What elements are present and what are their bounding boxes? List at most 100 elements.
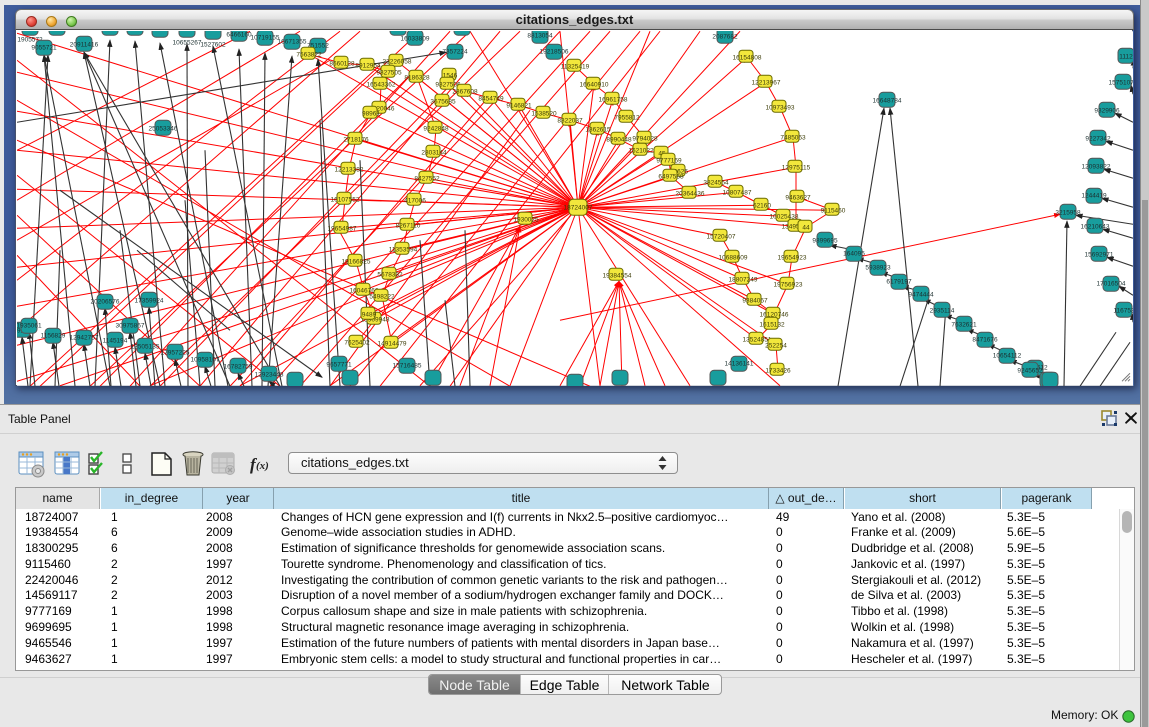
svg-text:17957225: 17957225 bbox=[161, 349, 190, 356]
svg-text:14914479: 14914479 bbox=[378, 340, 407, 347]
svg-text:9327505: 9327505 bbox=[376, 69, 402, 76]
svg-text:2718176: 2718176 bbox=[343, 136, 369, 143]
svg-text:19654987: 19654987 bbox=[328, 225, 357, 232]
svg-text:16154808: 16154808 bbox=[733, 54, 762, 61]
svg-text:20911416: 20911416 bbox=[70, 41, 99, 48]
svg-text:9329906: 9329906 bbox=[1094, 107, 1120, 114]
svg-text:15751074: 15751074 bbox=[1109, 79, 1133, 86]
svg-text:1615132: 1615132 bbox=[759, 321, 785, 328]
svg-text:44: 44 bbox=[802, 224, 810, 231]
svg-text:10958107: 10958107 bbox=[191, 356, 220, 363]
svg-text:6179197: 6179197 bbox=[886, 278, 912, 285]
svg-text:8471676: 8471676 bbox=[972, 336, 998, 343]
svg-text:11325419: 11325419 bbox=[561, 63, 590, 70]
svg-text:20206576: 20206576 bbox=[91, 298, 120, 305]
svg-text:16033809: 16033809 bbox=[401, 35, 430, 42]
svg-text:6466160: 6466160 bbox=[226, 31, 252, 38]
svg-text:19218506: 19218506 bbox=[540, 48, 569, 55]
svg-text:9657771: 9657771 bbox=[326, 361, 352, 368]
svg-text:1733426: 1733426 bbox=[765, 367, 791, 374]
svg-text:18807249: 18807249 bbox=[729, 276, 758, 283]
svg-text:10654112: 10654112 bbox=[993, 352, 1022, 359]
svg-text:12975115: 12975115 bbox=[782, 164, 811, 171]
svg-text:116753: 116753 bbox=[1113, 307, 1133, 314]
svg-text:1538520: 1538520 bbox=[531, 110, 557, 117]
svg-text:12213382: 12213382 bbox=[335, 166, 364, 173]
svg-text:417006: 417006 bbox=[404, 197, 426, 204]
svg-text:9242848: 9242848 bbox=[423, 125, 449, 132]
svg-text:12093822: 12093822 bbox=[1082, 163, 1111, 170]
svg-text:9489: 9489 bbox=[362, 311, 377, 318]
svg-text:7625402: 7625402 bbox=[344, 339, 370, 346]
svg-text:9245652: 9245652 bbox=[1017, 367, 1043, 374]
svg-text:16640910: 16640910 bbox=[580, 81, 609, 88]
svg-text:5498222: 5498222 bbox=[369, 293, 395, 300]
svg-text:98961: 98961 bbox=[362, 110, 380, 117]
svg-text:9227342: 9227342 bbox=[1085, 135, 1111, 142]
svg-text:15692971: 15692971 bbox=[1085, 251, 1114, 258]
svg-text:8912954: 8912954 bbox=[355, 62, 381, 69]
svg-text:16782759: 16782759 bbox=[224, 363, 253, 370]
svg-text:17016504: 17016504 bbox=[1097, 280, 1126, 287]
svg-text:5938923: 5938923 bbox=[865, 264, 891, 271]
svg-text:9463627: 9463627 bbox=[785, 194, 811, 201]
svg-text:10688609: 10688609 bbox=[719, 254, 748, 261]
svg-text:25053346: 25053346 bbox=[149, 125, 178, 132]
svg-text:16648784: 16648784 bbox=[873, 97, 902, 104]
svg-text:9777169: 9777169 bbox=[656, 157, 682, 164]
svg-text:1527602: 1527602 bbox=[200, 41, 226, 48]
svg-text:1930025: 1930025 bbox=[513, 216, 539, 223]
svg-text:7357224: 7357224 bbox=[442, 48, 468, 55]
svg-text:8427552: 8427552 bbox=[414, 175, 440, 182]
svg-text:12505135: 12505135 bbox=[131, 343, 160, 350]
svg-text:(x): (x) bbox=[256, 460, 269, 472]
svg-text:164095: 164095 bbox=[843, 250, 865, 257]
svg-text:14136141: 14136141 bbox=[725, 360, 754, 367]
svg-text:1145194: 1145194 bbox=[103, 337, 128, 344]
svg-text:6497568: 6497568 bbox=[658, 173, 684, 180]
svg-text:9146821: 9146821 bbox=[506, 102, 532, 109]
svg-text:12942757: 12942757 bbox=[70, 334, 99, 341]
svg-text:11353594: 11353594 bbox=[389, 246, 418, 253]
svg-text:2867608: 2867608 bbox=[452, 88, 478, 95]
svg-text:1156829: 1156829 bbox=[41, 332, 66, 339]
svg-text:7632621: 7632621 bbox=[951, 321, 977, 328]
svg-text:12213967: 12213967 bbox=[752, 79, 781, 86]
svg-text:9384067: 9384067 bbox=[742, 297, 768, 304]
svg-text:10655267: 10655267 bbox=[173, 39, 202, 46]
svg-text:16671355: 16671355 bbox=[278, 38, 307, 45]
svg-text:16961758: 16961758 bbox=[599, 96, 628, 103]
svg-text:30975867: 30975867 bbox=[116, 322, 145, 329]
svg-text:18724007: 18724007 bbox=[564, 204, 593, 211]
svg-text:1112: 1112 bbox=[1119, 53, 1133, 60]
svg-text:10719155: 10719155 bbox=[251, 34, 280, 41]
svg-text:3824554: 3824554 bbox=[703, 179, 729, 186]
svg-text:19654923: 19654923 bbox=[778, 254, 807, 261]
svg-text:9055721: 9055721 bbox=[31, 44, 57, 51]
svg-text:7955812: 7955812 bbox=[614, 114, 640, 121]
svg-text:8454749: 8454749 bbox=[478, 95, 504, 102]
svg-text:15720407: 15720407 bbox=[707, 233, 736, 240]
svg-text:9794028: 9794028 bbox=[632, 135, 658, 142]
svg-text:16543362: 16543362 bbox=[367, 81, 396, 88]
svg-text:1621022: 1621022 bbox=[628, 147, 654, 154]
svg-text:17359924: 17359924 bbox=[135, 297, 164, 304]
svg-text:5678332: 5678332 bbox=[377, 271, 403, 278]
svg-text:10973493: 10973493 bbox=[766, 104, 795, 111]
svg-text:1935061: 1935061 bbox=[17, 322, 42, 329]
svg-text:16107552: 16107552 bbox=[331, 196, 360, 203]
svg-text:12923448: 12923448 bbox=[255, 371, 284, 378]
svg-text:3675685: 3675685 bbox=[430, 98, 456, 105]
svg-text:10807487: 10807487 bbox=[723, 189, 752, 196]
svg-text:2803144: 2803144 bbox=[421, 149, 447, 156]
svg-text:9474444: 9474444 bbox=[908, 291, 934, 298]
svg-text:1244419: 1244419 bbox=[1081, 192, 1107, 199]
svg-text:2087682: 2087682 bbox=[712, 33, 738, 40]
svg-text:19756923: 19756923 bbox=[774, 281, 803, 288]
svg-text:8990448: 8990448 bbox=[606, 136, 632, 143]
svg-text:8267110: 8267110 bbox=[396, 222, 421, 229]
svg-text:16210643: 16210643 bbox=[1081, 223, 1110, 230]
svg-text:62160: 62160 bbox=[753, 202, 771, 209]
svg-text:8186328: 8186328 bbox=[404, 74, 430, 81]
svg-text:8813054: 8813054 bbox=[527, 32, 553, 39]
